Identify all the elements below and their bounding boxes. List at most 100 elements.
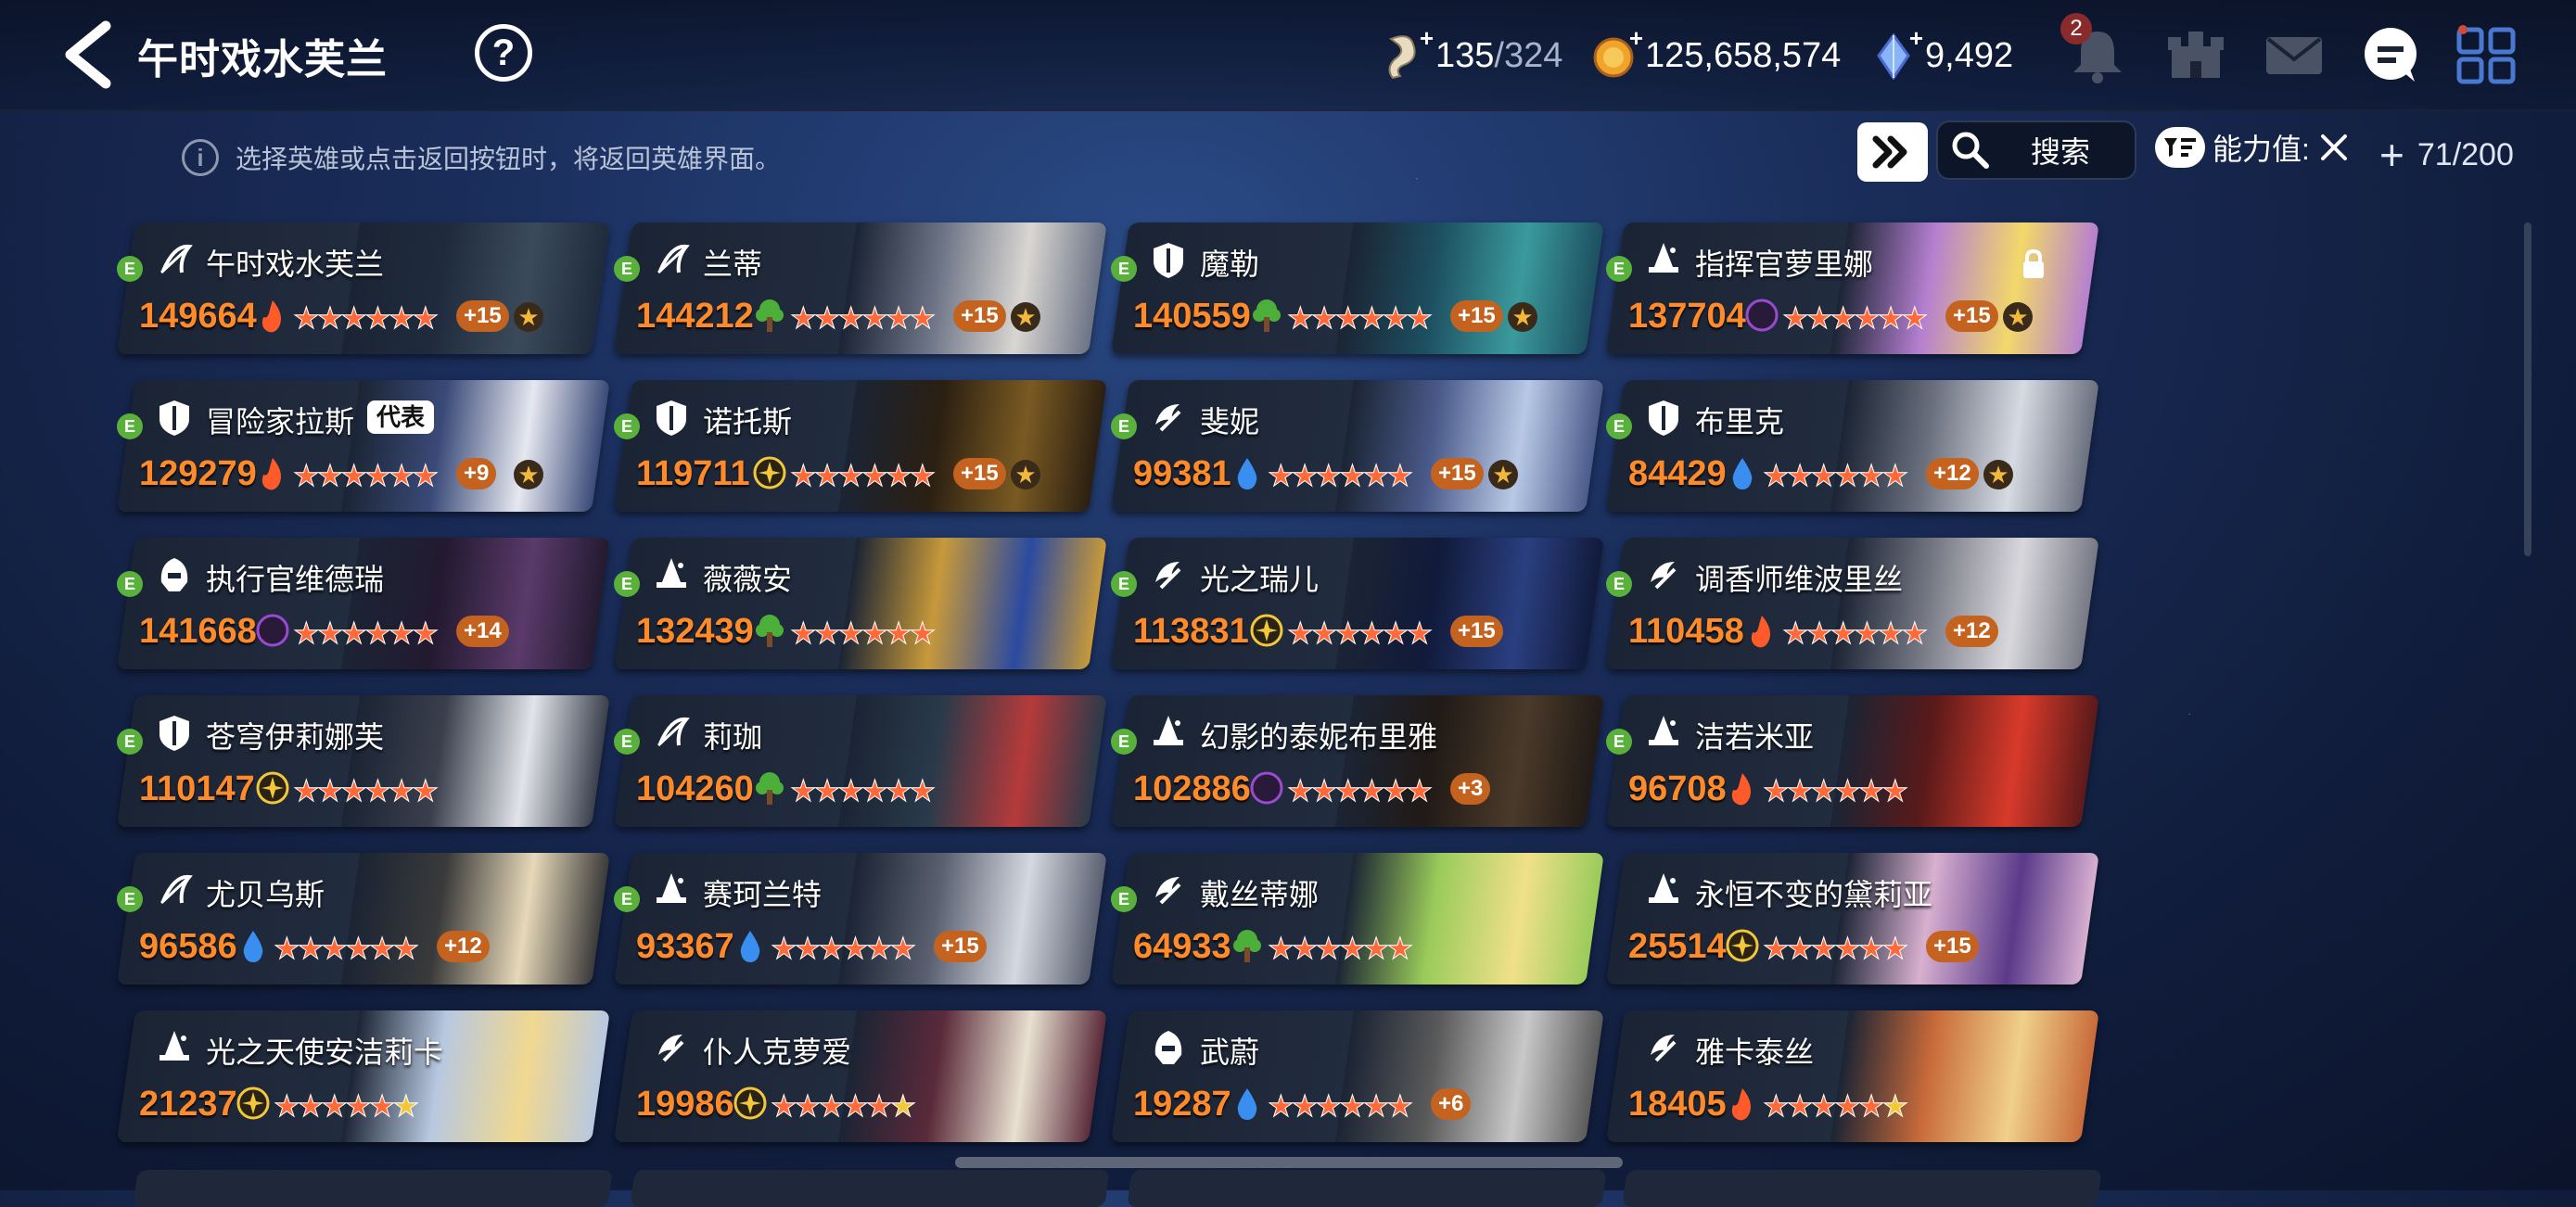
hero-card-content: 布里克 84429 ★★★★★★ +12 ★ <box>1615 380 2090 512</box>
grid-menu-icon <box>2456 25 2516 84</box>
page-title: 午时戏水芙兰 <box>137 37 388 83</box>
hero-card[interactable]: 武蔚 19287 ★★★★★★ +6 <box>1111 1010 1604 1142</box>
help-button[interactable]: ? <box>475 24 532 82</box>
equipped-badge: E <box>1606 729 1632 755</box>
hero-card[interactable]: 指挥官萝里娜 137704 ★★★★★★ +15 ★ <box>1606 222 2099 354</box>
equipped-badge: E <box>1111 729 1137 755</box>
star-icon: ★ <box>1805 301 1830 336</box>
star-rating: ★★★★★★ <box>1763 931 1906 966</box>
guild-button[interactable] <box>2162 24 2229 85</box>
star-icon: ★ <box>1268 1089 1293 1124</box>
hero-card-partial[interactable] <box>133 1170 613 1207</box>
back-button[interactable] <box>57 20 122 89</box>
gold-value: 125,658,574 <box>1645 35 1842 75</box>
hero-card[interactable]: 尤贝乌斯 96586 ★★★★★★ +12 <box>117 853 610 985</box>
search-icon <box>1952 132 1989 169</box>
resource-crystal[interactable]: + 9,492 <box>1871 24 2013 83</box>
vertical-scrollbar[interactable] <box>2524 222 2531 556</box>
hero-count[interactable]: + 71/200 <box>2379 130 2514 180</box>
equipped-badge: E <box>117 256 143 282</box>
hero-name: 苍穹伊莉娜芙 <box>206 720 385 754</box>
hero-name: 赛珂兰特 <box>703 878 823 911</box>
fire-element-icon <box>1751 616 1770 648</box>
hero-power: 110147 <box>139 769 255 808</box>
star-icon: ★ <box>1834 459 1859 493</box>
hero-card-partial[interactable] <box>1127 1170 1607 1207</box>
hero-card[interactable]: 仆人克萝爱 19986 ★★★★★★ <box>614 1010 1107 1142</box>
equipped-badge: E <box>614 729 640 755</box>
star-icon: ★ <box>1881 774 1906 808</box>
equipped-badge: E <box>1111 413 1137 439</box>
hero-card[interactable]: 永恒不变的黛莉亚 25514 ★★★★★★ +15 <box>1606 853 2099 985</box>
hero-card[interactable]: 洁若米亚 96708 ★★★★★★ <box>1606 695 2099 827</box>
hero-name: 薇薇安 <box>703 563 793 596</box>
hero-card[interactable]: 光之瑞儿 113831 ★★★★★★ +15 <box>1111 538 1604 669</box>
star-icon: ★ <box>909 301 934 336</box>
mail-button[interactable] <box>2261 24 2327 85</box>
star-rating: ★★★★★★ <box>274 1088 417 1124</box>
hero-name: 武蔚 <box>1200 1035 1260 1069</box>
star-icon: ★ <box>885 459 910 493</box>
fast-forward-button[interactable] <box>1857 122 1928 182</box>
chat-button[interactable] <box>2357 24 2424 85</box>
rank-star-icon: ★ <box>1011 302 1040 332</box>
chat-icon <box>2365 28 2417 82</box>
hero-card-content: 兰蒂 144212 ★★★★★★ +15 ★ <box>623 222 1098 354</box>
hero-card[interactable]: 斐妮 99381 ★★★★★★ +15 ★ <box>1111 380 1604 512</box>
hero-card[interactable]: 幻影的泰妮布里雅 102886 ★★★★★★ +3 <box>1111 695 1604 827</box>
sort-filter[interactable]: 能力值: <box>2155 126 2353 169</box>
hero-power: 25514 <box>1628 927 1727 966</box>
hero-card[interactable]: 苍穹伊莉娜芙 110147 ★★★★★★ <box>117 695 610 827</box>
info-icon: i <box>182 139 219 176</box>
hero-name: 尤贝乌斯 <box>206 878 325 911</box>
horizontal-scrollbar[interactable] <box>955 1157 1623 1168</box>
resource-stamina[interactable]: + 135 /324 <box>1382 24 1562 83</box>
search-box[interactable]: 搜索 <box>1936 121 2136 180</box>
mage-class-icon <box>1649 243 1678 273</box>
hero-card[interactable]: 戴丝蒂娜 64933 ★★★★★★ <box>1111 853 1604 985</box>
star-icon: ★ <box>1857 774 1882 808</box>
star-rating: ★★★★★★ <box>293 773 437 808</box>
hero-card-content: 洁若米亚 96708 ★★★★★★ <box>1615 695 2090 827</box>
enhancement-badge: +15 <box>1450 616 1503 647</box>
star-icon: ★ <box>340 301 365 336</box>
star-icon: ★ <box>889 1089 914 1124</box>
hero-card[interactable]: 诺托斯 119711 ★★★★★★ +15 ★ <box>614 380 1107 512</box>
mage-class-icon <box>1649 716 1678 745</box>
hero-card-partial[interactable] <box>630 1170 1110 1207</box>
hero-card[interactable]: 薇薇安 132439 ★★★★★★ <box>614 538 1107 669</box>
enhancement-badge: +14 <box>456 616 509 647</box>
hero-power: 137704 <box>1628 297 1746 336</box>
menu-button[interactable] <box>2454 24 2520 85</box>
hero-card[interactable]: 魔勒 140559 ★★★★★★ +15 ★ <box>1111 222 1604 354</box>
enhancement-badge: +15 <box>1450 300 1503 332</box>
star-icon: ★ <box>837 301 862 336</box>
hero-card[interactable]: 执行官维德瑞 141668 ★★★★★★ +14 <box>117 538 610 669</box>
enhancement-badge: +6 <box>1431 1088 1472 1120</box>
light-element-icon <box>1250 614 1283 647</box>
hero-card-partial[interactable] <box>1622 1170 2102 1207</box>
water-element-icon <box>1237 1088 1257 1120</box>
hero-power: 19287 <box>1133 1085 1231 1124</box>
hero-power: 93367 <box>636 927 734 966</box>
hero-card[interactable]: 赛珂兰特 93367 ★★★★★★ +15 <box>614 853 1107 985</box>
star-icon: ★ <box>297 1089 322 1124</box>
hero-power: 64933 <box>1133 927 1231 966</box>
star-rating: ★★★★★★ <box>293 458 437 493</box>
hero-card[interactable]: 雅卡泰丝 18405 ★★★★★★ <box>1606 1010 2099 1142</box>
hero-card[interactable]: 光之天使安洁莉卡 21237 ★★★★★★ <box>117 1010 610 1142</box>
hero-card[interactable]: 冒险家拉斯 代表 129279 ★★★★★★ +9 ★ <box>117 380 610 512</box>
star-icon: ★ <box>340 616 365 651</box>
hero-card[interactable]: 调香师维波里丝 110458 ★★★★★★ +12 <box>1606 538 2099 669</box>
star-icon: ★ <box>1382 616 1407 651</box>
hero-card[interactable]: 布里克 84429 ★★★★★★ +12 ★ <box>1606 380 2099 512</box>
hero-card[interactable]: 兰蒂 144212 ★★★★★★ +15 ★ <box>614 222 1107 354</box>
star-icon: ★ <box>909 459 934 493</box>
hero-card[interactable]: 午时戏水芙兰 149664 ★★★★★★ +15 ★ <box>117 222 610 354</box>
star-icon: ★ <box>368 932 393 966</box>
hero-card[interactable]: 莉珈 104260 ★★★★★★ <box>614 695 1107 827</box>
hero-card-content: 光之天使安洁莉卡 21237 ★★★★★★ <box>126 1010 601 1142</box>
resource-gold[interactable]: + 125,658,574 <box>1591 24 1842 83</box>
star-icon: ★ <box>316 774 341 808</box>
double-chevron-right-icon <box>1872 135 1907 169</box>
